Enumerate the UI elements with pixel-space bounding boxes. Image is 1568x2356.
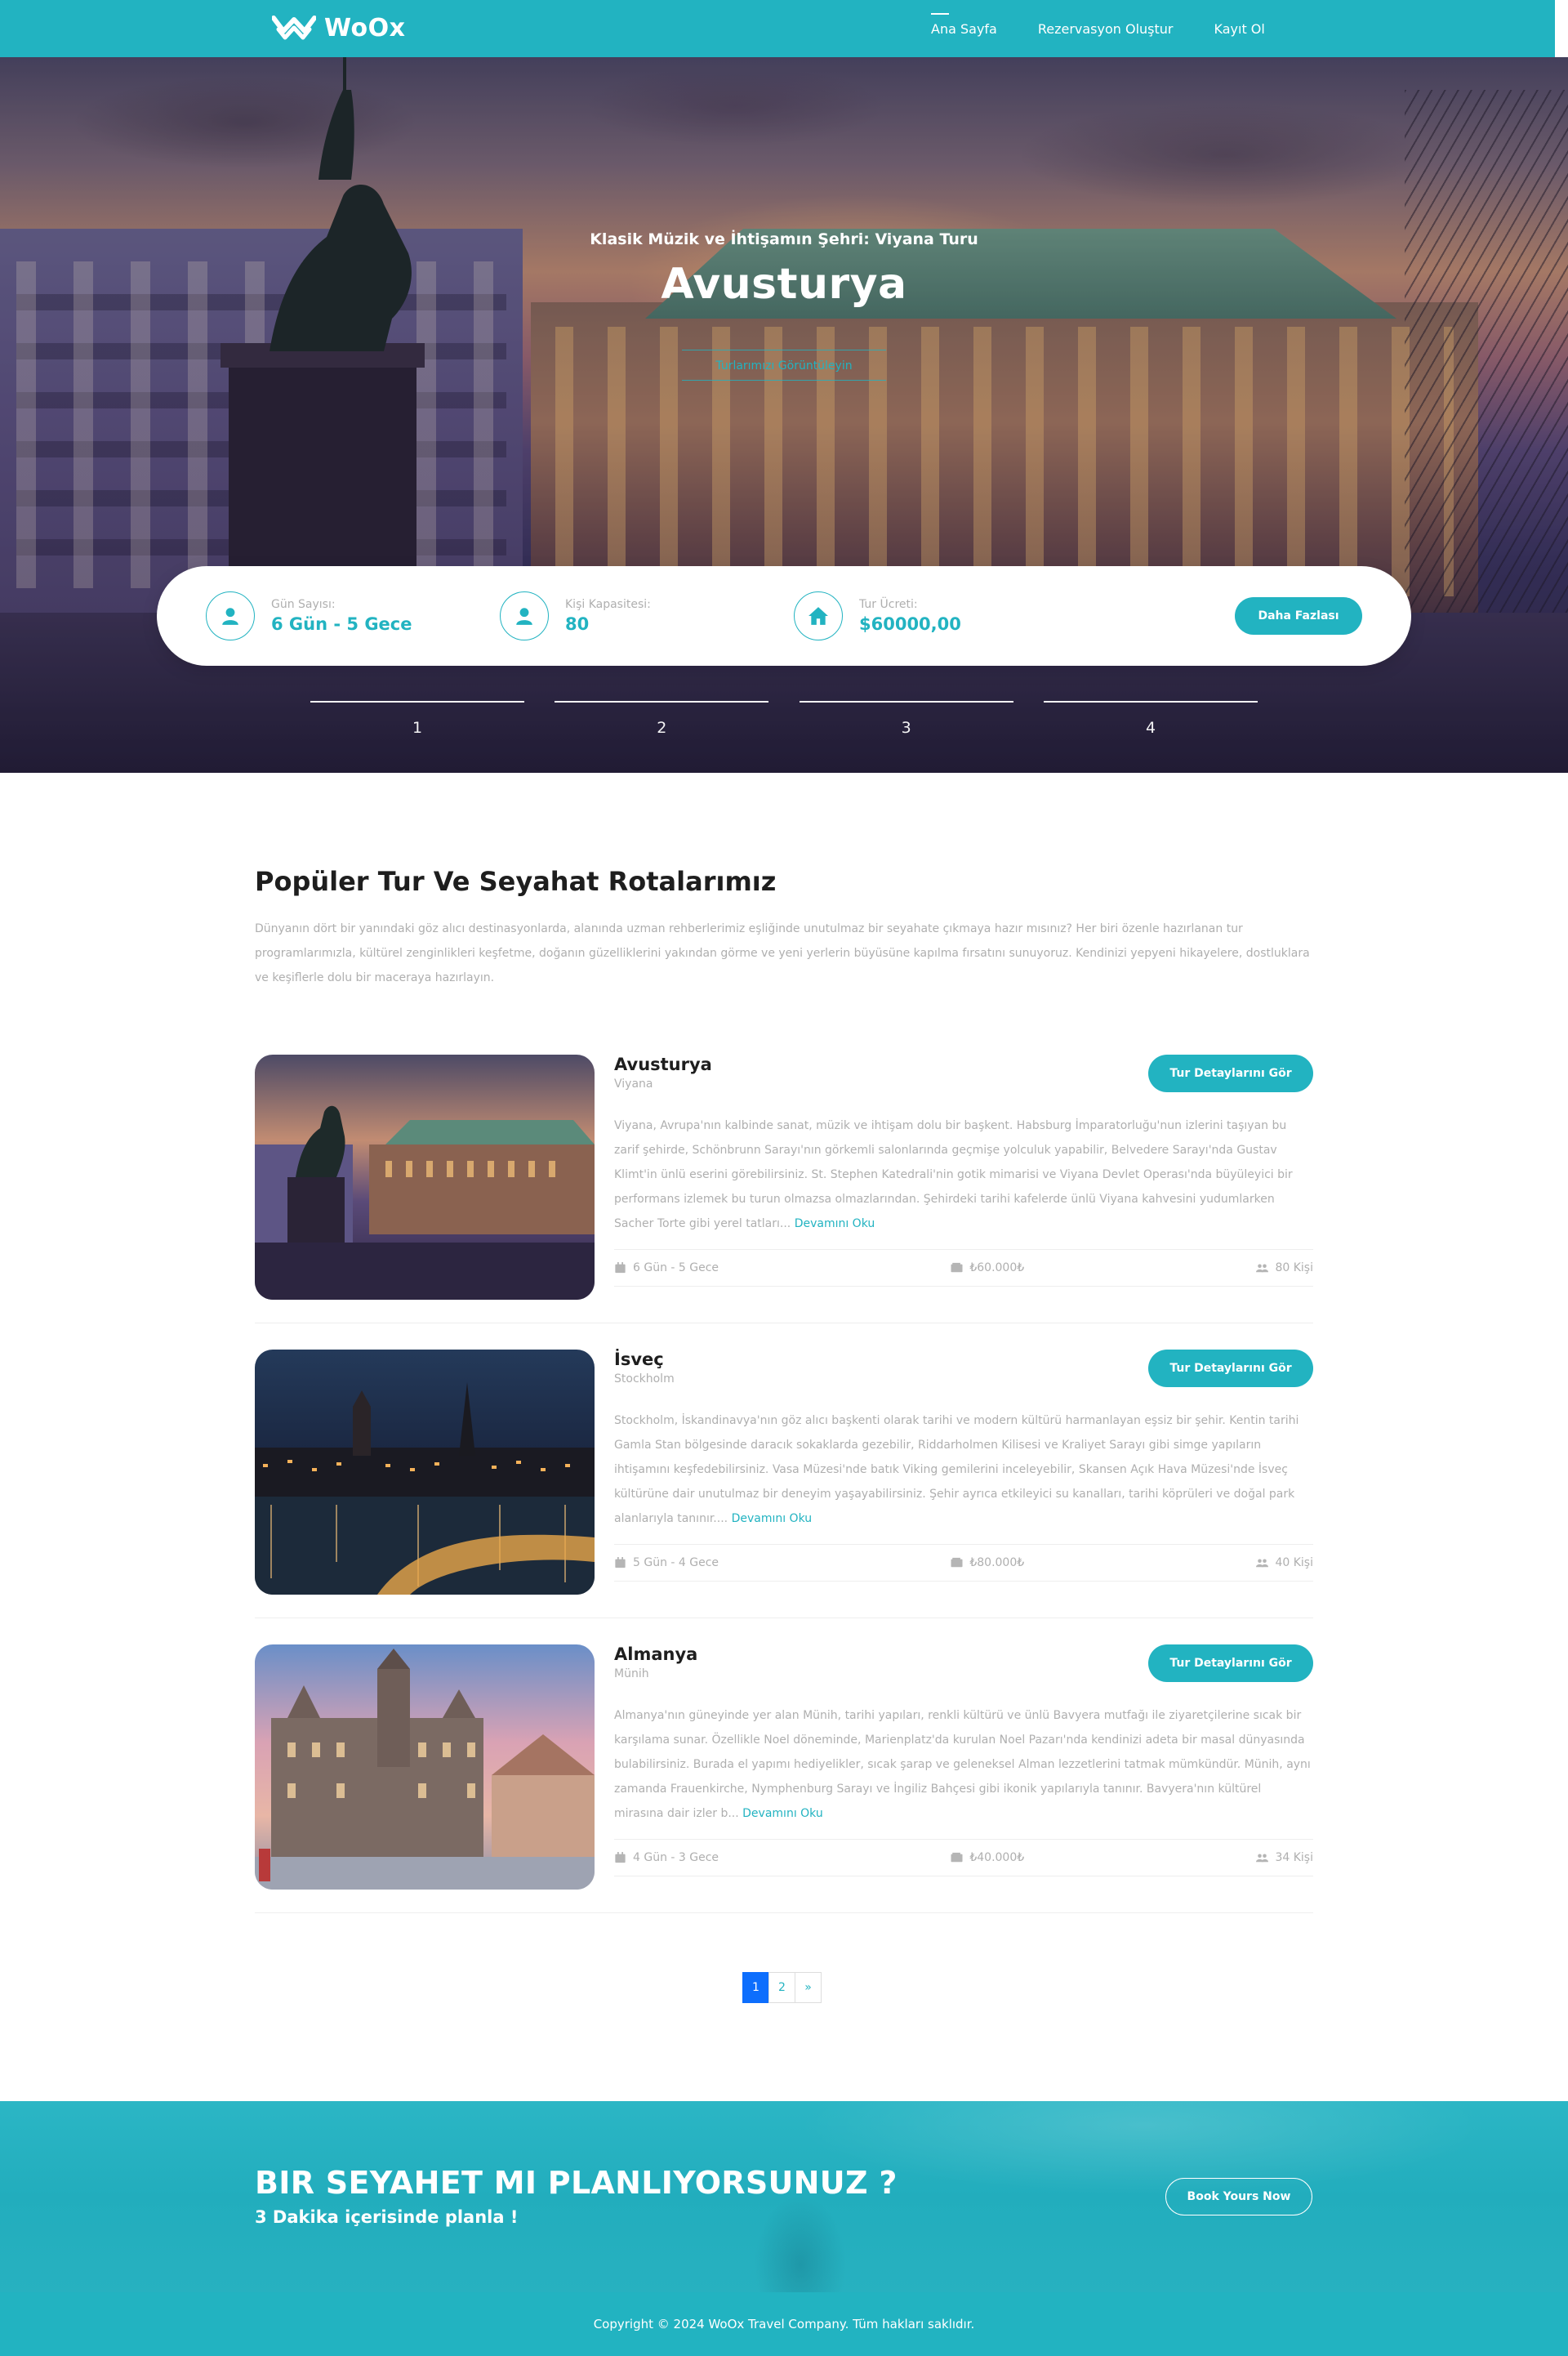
tour-details-button[interactable]: Tur Detaylarını Gör: [1148, 1350, 1313, 1387]
tour-price-text: ₺80.000₺: [969, 1556, 1025, 1569]
nav-create-reservation[interactable]: Rezervasyon Oluştur: [1038, 21, 1174, 37]
tour-image-stockholm[interactable]: [255, 1350, 595, 1595]
tour-details-button[interactable]: Tur Detaylarını Gör: [1148, 1644, 1313, 1682]
calendar-icon: [615, 1557, 626, 1568]
calendar-icon: [615, 1852, 626, 1863]
info-capacity: Kişi Kapasitesi: 80: [500, 591, 651, 640]
user-icon: [500, 591, 549, 640]
info-label: Gün Sayısı:: [271, 598, 336, 611]
info-price: Tur Ücreti: $60000,00: [794, 591, 961, 640]
tour-meta: 6 Gün - 5 Gece ₺60.000₺ 80 Kişi: [614, 1249, 1313, 1287]
wallet-icon: [951, 1852, 963, 1863]
tour-card: Almanya Münih Tur Detaylarını Gör Almany…: [255, 1644, 1313, 1913]
tour-description-text: Viyana, Avrupa'nın kalbinde sanat, müzik…: [614, 1119, 1293, 1230]
slider-tabs: 1 2 3 4: [310, 701, 1258, 737]
tour-price: ₺40.000₺: [951, 1851, 1024, 1864]
nav-register[interactable]: Kayıt Ol: [1214, 21, 1265, 37]
tour-image-vienna[interactable]: [255, 1055, 595, 1300]
logo[interactable]: WoOx: [272, 11, 406, 44]
tour-divider: [255, 1912, 1313, 1913]
logo-text: WoOx: [324, 13, 406, 42]
next-page-button[interactable]: »: [795, 1972, 822, 2003]
slider-tab-2[interactable]: 2: [555, 701, 769, 737]
user-icon: [206, 591, 255, 640]
pagination: 1 2 »: [742, 1972, 822, 2003]
tour-description-text: Stockholm, İskandinavya'nın göz alıcı ba…: [614, 1414, 1299, 1525]
tour-price: ₺60.000₺: [951, 1261, 1024, 1274]
view-tours-link[interactable]: Turlarımızı Görüntüleyin: [682, 350, 886, 381]
site-footer: Copyright © 2024 WoOx Travel Company. Tü…: [0, 2292, 1568, 2356]
cta-title: BIR SEYAHET MI PLANLIYORSUNUZ ?: [255, 2165, 898, 2201]
tour-price-text: ₺40.000₺: [969, 1851, 1025, 1864]
wallet-icon: [951, 1262, 963, 1273]
popular-tours-section: Popüler Tur Ve Seyahat Rotalarımız Dünya…: [255, 866, 1313, 990]
tour-image-munich[interactable]: [255, 1644, 595, 1890]
tour-description-text: Almanya'nın güneyinde yer alan Münih, ta…: [614, 1709, 1311, 1820]
users-icon: [1256, 1559, 1269, 1568]
call-to-action-banner: BIR SEYAHET MI PLANLIYORSUNUZ ? 3 Dakika…: [0, 2101, 1568, 2292]
slider-tab-1[interactable]: 1: [310, 701, 524, 737]
page-1-button[interactable]: 1: [742, 1972, 769, 2003]
hero-subtitle: Klasik Müzik ve İhtişamın Şehri: Viyana …: [590, 230, 978, 248]
tour-meta: 4 Gün - 3 Gece ₺40.000₺ 34 Kişi: [614, 1839, 1313, 1876]
tour-meta: 5 Gün - 4 Gece ₺80.000₺ 40 Kişi: [614, 1544, 1313, 1582]
site-header: WoOx Ana Sayfa Rezervasyon Oluştur Kayıt…: [0, 0, 1555, 57]
cta-subtitle: 3 Dakika içerisinde planla !: [255, 2207, 519, 2227]
tour-body: Almanya Münih Tur Detaylarını Gör Almany…: [614, 1644, 1313, 1876]
hero-title: Avusturya: [661, 260, 907, 309]
info-duration: Gün Sayısı: 6 Gün - 5 Gece: [206, 591, 412, 640]
tour-card: Avusturya Viyana Tur Detaylarını Gör Viy…: [255, 1055, 1313, 1323]
tour-duration-text: 6 Gün - 5 Gece: [633, 1261, 719, 1274]
logo-icon: [272, 16, 316, 40]
info-value: $60000,00: [859, 614, 961, 634]
tour-duration: 5 Gün - 4 Gece: [614, 1556, 719, 1569]
tour-info-bar: Gün Sayısı: 6 Gün - 5 Gece Kişi Kapasite…: [157, 566, 1411, 666]
tour-capacity: 40 Kişi: [1256, 1556, 1313, 1569]
wallet-icon: [951, 1557, 963, 1568]
tour-capacity-text: 40 Kişi: [1275, 1556, 1313, 1569]
tour-duration-text: 5 Gün - 4 Gece: [633, 1556, 719, 1569]
info-label: Tur Ücreti:: [859, 598, 918, 611]
tour-card: İsveç Stockholm Tur Detaylarını Gör Stoc…: [255, 1350, 1313, 1618]
info-label: Kişi Kapasitesi:: [565, 598, 651, 611]
read-more-link[interactable]: Devamını Oku: [795, 1217, 875, 1230]
tour-body: Avusturya Viyana Tur Detaylarını Gör Viy…: [614, 1055, 1313, 1287]
tour-capacity: 34 Kişi: [1256, 1851, 1313, 1864]
tour-body: İsveç Stockholm Tur Detaylarını Gör Stoc…: [614, 1350, 1313, 1582]
tour-duration-text: 4 Gün - 3 Gece: [633, 1851, 719, 1864]
tour-duration: 6 Gün - 5 Gece: [614, 1261, 719, 1274]
tour-details-button[interactable]: Tur Detaylarını Gör: [1148, 1055, 1313, 1092]
tour-capacity-text: 34 Kişi: [1275, 1851, 1313, 1864]
users-icon: [1256, 1854, 1269, 1863]
tour-description: Stockholm, İskandinavya'nın göz alıcı ba…: [614, 1408, 1313, 1531]
hero-banner: Klasik Müzik ve İhtişamın Şehri: Viyana …: [0, 57, 1568, 773]
read-more-link[interactable]: Devamını Oku: [732, 1512, 813, 1525]
users-icon: [1256, 1264, 1269, 1273]
tour-description: Almanya'nın güneyinde yer alan Münih, ta…: [614, 1703, 1313, 1826]
tour-price: ₺80.000₺: [951, 1556, 1024, 1569]
page-2-button[interactable]: 2: [768, 1972, 795, 2003]
nav-home[interactable]: Ana Sayfa: [931, 12, 997, 37]
tour-duration: 4 Gün - 3 Gece: [614, 1851, 719, 1864]
tour-price-text: ₺60.000₺: [969, 1261, 1025, 1274]
section-title: Popüler Tur Ve Seyahat Rotalarımız: [255, 866, 777, 897]
slider-tab-3[interactable]: 3: [799, 701, 1013, 737]
book-now-button[interactable]: Book Yours Now: [1165, 2178, 1312, 2215]
info-value: 80: [565, 614, 590, 634]
read-more-link[interactable]: Devamını Oku: [742, 1807, 823, 1820]
copyright-text: Copyright © 2024 WoOx Travel Company. Tü…: [593, 2317, 975, 2331]
tour-capacity: 80 Kişi: [1256, 1261, 1313, 1274]
more-button[interactable]: Daha Fazlası: [1235, 597, 1362, 635]
tour-capacity-text: 80 Kişi: [1275, 1261, 1313, 1274]
info-value: 6 Gün - 5 Gece: [271, 614, 412, 634]
slider-tab-4[interactable]: 4: [1043, 701, 1258, 737]
tour-description: Viyana, Avrupa'nın kalbinde sanat, müzik…: [614, 1113, 1313, 1236]
home-icon: [794, 591, 843, 640]
main-nav: Ana Sayfa Rezervasyon Oluştur Kayıt Ol: [931, 0, 1306, 57]
section-description: Dünyanın dört bir yanındaki göz alıcı de…: [255, 922, 1310, 984]
calendar-icon: [615, 1262, 626, 1274]
